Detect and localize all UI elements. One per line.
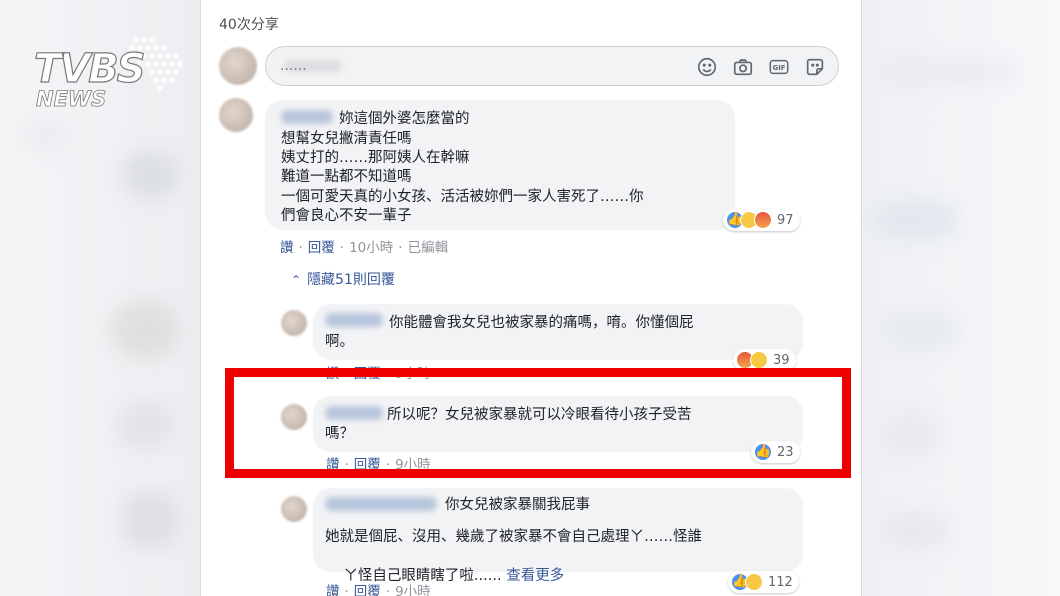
reply-line: 所以呢？女兒被家暴就可以冷眼看待小孩子受苦 <box>387 407 692 423</box>
replier-name[interactable] <box>325 406 383 420</box>
edited-label[interactable]: 已編輯 <box>408 240 449 256</box>
background-right <box>862 0 1060 596</box>
replier-name[interactable] <box>325 497 437 511</box>
see-more-link[interactable]: 查看更多 <box>506 568 564 584</box>
haha-reaction-icon <box>745 573 763 591</box>
reply-actions: 讚 · 回覆 · 9小時 <box>326 580 431 596</box>
reaction-count: 23 <box>777 444 794 460</box>
svg-text:GIF: GIF <box>773 64 786 72</box>
timestamp[interactable]: 9小時 <box>395 457 431 473</box>
replier-avatar <box>281 496 307 522</box>
comment-composer[interactable]: GIF <box>265 46 839 86</box>
reaction-summary[interactable]: 112 <box>728 571 799 593</box>
reply-line: 她就是個屁、沒用、幾歲了被家暴不會自己處理ㄚ……怪誰 <box>325 529 702 545</box>
reply-line: 你女兒被家暴關我屁事 <box>445 497 590 513</box>
like-reaction-icon <box>754 443 772 461</box>
share-count[interactable]: 40次分享 <box>219 14 279 34</box>
commenter-name[interactable] <box>281 110 333 124</box>
current-user-avatar <box>219 47 257 85</box>
reaction-count: 97 <box>777 212 794 228</box>
gif-icon[interactable]: GIF <box>768 56 790 78</box>
like-button[interactable]: 讚 <box>326 584 340 596</box>
tvbs-news-logo: TVBS NEWS <box>33 37 183 111</box>
emoji-icon[interactable] <box>696 56 718 78</box>
reply-line: 你能體會我女兒也被家暴的痛嗎，唷。你懂個屁 <box>389 315 694 331</box>
timestamp[interactable]: 10小時 <box>349 240 393 256</box>
replier-avatar <box>281 310 307 336</box>
reaction-summary[interactable]: 23 <box>751 441 800 463</box>
chevron-up-icon: ⌃ <box>291 273 302 287</box>
logo-line1: TVBS <box>34 46 144 92</box>
comment-line: 一個可愛天真的小女孩、活活被妳們一家人害死了……你 <box>281 189 644 205</box>
like-button[interactable]: 讚 <box>326 457 340 473</box>
reply-line: 啊。 <box>325 334 354 350</box>
reaction-summary[interactable]: 39 <box>733 349 796 371</box>
like-button[interactable]: 讚 <box>326 366 340 382</box>
comments-panel: 40次分享 GIF 妳這個外婆怎麼當的 想幫女兒撇清責任嗎 姨丈打的……那阿姨人… <box>200 0 862 596</box>
comment-line: 想幫女兒撇清責任嗎 <box>281 131 412 147</box>
like-button[interactable]: 讚 <box>280 240 294 256</box>
hide-replies-link[interactable]: ⌃ 隱藏51則回覆 <box>291 269 395 289</box>
sticker-icon[interactable] <box>804 56 826 78</box>
reply-actions: 讚 · 回覆 · 9小時 <box>326 366 431 382</box>
camera-icon[interactable] <box>732 56 754 78</box>
replier-avatar <box>281 404 307 430</box>
commenter-avatar <box>219 98 253 132</box>
haha-reaction-icon <box>750 351 768 369</box>
replier-name[interactable] <box>325 313 383 327</box>
logo-line2: NEWS <box>36 87 106 111</box>
timestamp[interactable]: 9小時 <box>395 366 431 382</box>
timestamp[interactable]: 9小時 <box>395 584 431 596</box>
comment-line: 們會良心不安一輩子 <box>281 208 412 224</box>
reply-button[interactable]: 回覆 <box>308 240 335 256</box>
comment-line: 姨丈打的……那阿姨人在幹嘛 <box>281 150 470 166</box>
hide-replies-label: 隱藏51則回覆 <box>307 272 395 288</box>
reply-button[interactable]: 回覆 <box>354 584 381 596</box>
reaction-count: 112 <box>768 574 793 590</box>
reply-line: 嗎？ <box>325 426 354 442</box>
reply-actions: 讚 · 回覆 · 9小時 <box>326 457 431 473</box>
comment-line: 妳這個外婆怎麼當的 <box>339 111 470 127</box>
reaction-summary[interactable]: 97 <box>723 209 800 231</box>
reply-button[interactable]: 回覆 <box>354 366 381 382</box>
angry-reaction-icon <box>754 211 772 229</box>
comment-line: 難道一點都不知道嗎 <box>281 169 412 185</box>
comment-input[interactable] <box>280 47 580 85</box>
reply-button[interactable]: 回覆 <box>354 457 381 473</box>
reaction-count: 39 <box>773 352 790 368</box>
comment-actions: 讚 · 回覆 · 10小時 · 已編輯 <box>280 240 449 256</box>
